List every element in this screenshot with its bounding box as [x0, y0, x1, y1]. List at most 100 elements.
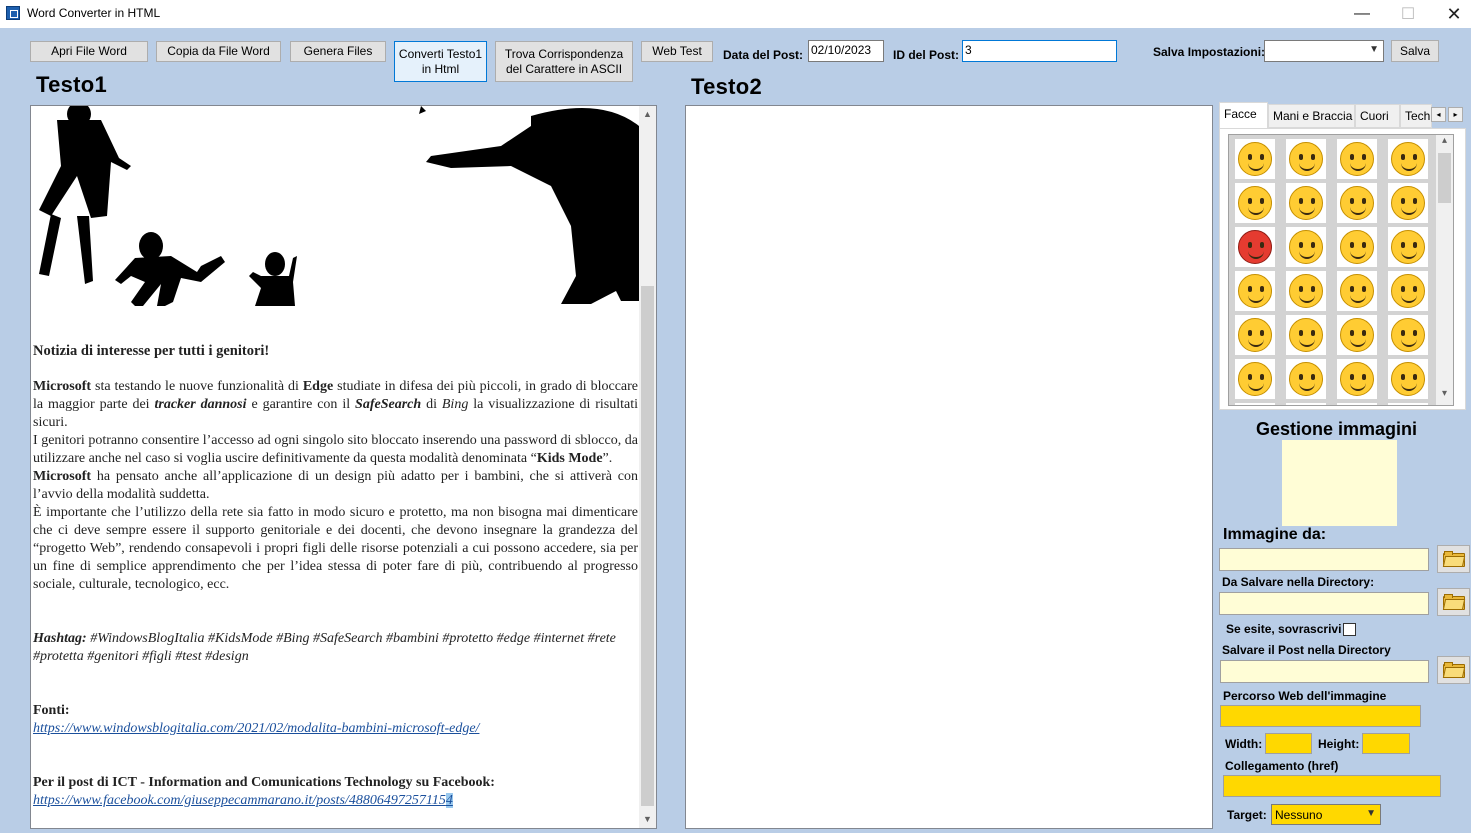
tab-prev-icon[interactable]: ◂ — [1431, 107, 1446, 122]
testo1-editor[interactable]: Notizia di interesse per tutti i genitor… — [30, 105, 657, 829]
percorso-web-input[interactable] — [1220, 705, 1421, 727]
doc-paragraph-3: Microsoft ha pensato anche all’applicazi… — [33, 468, 638, 504]
copia-da-file-word-button[interactable]: Copia da File Word — [156, 41, 281, 62]
salva-button[interactable]: Salva — [1391, 40, 1439, 62]
emoji-button[interactable] — [1388, 183, 1428, 223]
emoji-button[interactable] — [1286, 227, 1326, 267]
emoji-button[interactable] — [1286, 183, 1326, 223]
emoji-scroll-thumb[interactable] — [1438, 153, 1451, 203]
emoji-button[interactable] — [1388, 403, 1428, 405]
web-test-button[interactable]: Web Test — [641, 41, 713, 62]
emoji-button[interactable] — [1337, 359, 1377, 399]
emoji-face-icon — [1238, 186, 1272, 220]
emoji-face-icon — [1391, 274, 1425, 308]
emoji-button[interactable] — [1286, 271, 1326, 311]
tab-cuori[interactable]: Cuori — [1355, 104, 1400, 128]
scroll-down-icon[interactable]: ▼ — [639, 811, 656, 828]
text-run: Bing — [441, 397, 469, 412]
emoji-button[interactable] — [1388, 227, 1428, 267]
testo1-scrollbar[interactable]: ▲ ▼ — [639, 106, 656, 828]
emoji-button[interactable] — [1286, 139, 1326, 179]
emoji-button[interactable] — [1388, 139, 1428, 179]
tab-facce[interactable]: Facce — [1219, 102, 1268, 128]
immagine-da-input[interactable] — [1219, 548, 1429, 571]
emoji-scrollbar[interactable]: ▴ ▾ — [1436, 135, 1453, 405]
emoji-face-icon — [1238, 274, 1272, 308]
height-input[interactable] — [1362, 733, 1410, 754]
minimize-button[interactable]: — — [1339, 0, 1385, 28]
ict-link[interactable]: https://www.facebook.com/giuseppecammara… — [33, 792, 638, 810]
da-salvare-folder-button[interactable] — [1437, 588, 1470, 616]
emoji-face-icon — [1289, 186, 1323, 220]
id-post-label: ID del Post: — [893, 48, 960, 62]
salvare-post-input[interactable] — [1220, 660, 1429, 683]
testo1-title: Testo1 — [36, 72, 108, 97]
doc-paragraph-1: Microsoft sta testando le nuove funziona… — [33, 378, 638, 432]
emoji-tab-body: ▴ ▾ — [1219, 128, 1466, 410]
genera-files-button[interactable]: Genera Files — [290, 41, 386, 62]
emoji-button[interactable] — [1235, 315, 1275, 355]
emoji-button[interactable] — [1337, 183, 1377, 223]
testo2-editor[interactable] — [685, 105, 1213, 829]
collegamento-label: Collegamento (href) — [1225, 759, 1339, 773]
data-post-input[interactable]: 02/10/2023 — [808, 40, 884, 62]
emoji-button[interactable] — [1388, 315, 1428, 355]
emoji-face-icon — [1340, 142, 1374, 176]
id-post-input[interactable]: 3 — [962, 40, 1117, 62]
immagine-da-folder-button[interactable] — [1437, 545, 1470, 573]
emoji-button[interactable] — [1235, 227, 1275, 267]
maximize-button[interactable]: ☐ — [1385, 0, 1431, 28]
emoji-button[interactable] — [1388, 359, 1428, 399]
text-run: Microsoft — [33, 379, 92, 394]
emoji-button[interactable] — [1337, 315, 1377, 355]
sovrascrivi-checkbox[interactable] — [1343, 623, 1356, 636]
emoji-face-icon — [1340, 362, 1374, 396]
collegamento-input[interactable] — [1223, 775, 1441, 797]
emoji-button[interactable] — [1235, 359, 1275, 399]
emoji-button[interactable] — [1337, 271, 1377, 311]
emoji-button[interactable] — [1388, 271, 1428, 311]
width-input[interactable] — [1265, 733, 1312, 754]
window-title: Word Converter in HTML — [27, 6, 161, 20]
trova-corrispondenza-button[interactable]: Trova Corrispondenza del Carattere in AS… — [495, 41, 633, 82]
close-button[interactable]: ✕ — [1431, 0, 1471, 28]
tab-mani-e-braccia[interactable]: Mani e Braccia — [1268, 104, 1355, 128]
data-post-label: Data del Post: — [723, 48, 804, 62]
emoji-button[interactable] — [1286, 315, 1326, 355]
emoji-scroll-down-icon[interactable]: ▾ — [1436, 388, 1453, 405]
tab-next-icon[interactable]: ▸ — [1448, 107, 1463, 122]
emoji-button[interactable] — [1337, 227, 1377, 267]
target-label: Target: — [1227, 808, 1267, 822]
silhouette-image — [39, 106, 639, 306]
salvare-post-label: Salvare il Post nella Directory — [1222, 643, 1391, 657]
folder-icon — [1442, 594, 1465, 610]
salva-impostazioni-select[interactable]: ▼ — [1264, 40, 1384, 62]
title-bar: Word Converter in HTML — ☐ ✕ — [0, 0, 1471, 28]
converti-testo-button[interactable]: Converti Testo1 in Html — [394, 41, 487, 82]
scroll-thumb[interactable] — [641, 286, 654, 806]
emoji-button[interactable] — [1337, 139, 1377, 179]
emoji-button[interactable] — [1337, 403, 1377, 405]
emoji-scroll-up-icon[interactable]: ▴ — [1436, 135, 1453, 152]
fonti-link[interactable]: https://www.windowsblogitalia.com/2021/0… — [33, 720, 638, 738]
emoji-button[interactable] — [1286, 359, 1326, 399]
text-run: sta testando le nuove funzionalità di — [91, 379, 303, 394]
emoji-button[interactable] — [1235, 139, 1275, 179]
text-run: ”. — [602, 451, 613, 466]
text-run: SafeSearch — [355, 397, 422, 412]
emoji-button[interactable] — [1235, 403, 1275, 405]
emoji-button[interactable] — [1286, 403, 1326, 405]
emoji-button[interactable] — [1235, 271, 1275, 311]
target-select[interactable]: Nessuno ▼ — [1271, 804, 1381, 825]
chevron-down-icon: ▼ — [1369, 44, 1379, 55]
da-salvare-input[interactable] — [1219, 592, 1429, 615]
emoji-button[interactable] — [1235, 183, 1275, 223]
fonti-label: Fonti: — [33, 703, 70, 718]
scroll-up-icon[interactable]: ▲ — [639, 106, 656, 123]
salvare-post-folder-button[interactable] — [1437, 656, 1470, 684]
emoji-face-icon — [1289, 318, 1323, 352]
apri-file-word-button[interactable]: Apri File Word — [30, 41, 148, 62]
emoji-face-icon — [1289, 230, 1323, 264]
testo1-document: Notizia di interesse per tutti i genitor… — [33, 342, 638, 810]
tab-tech[interactable]: Tech — [1400, 104, 1432, 128]
